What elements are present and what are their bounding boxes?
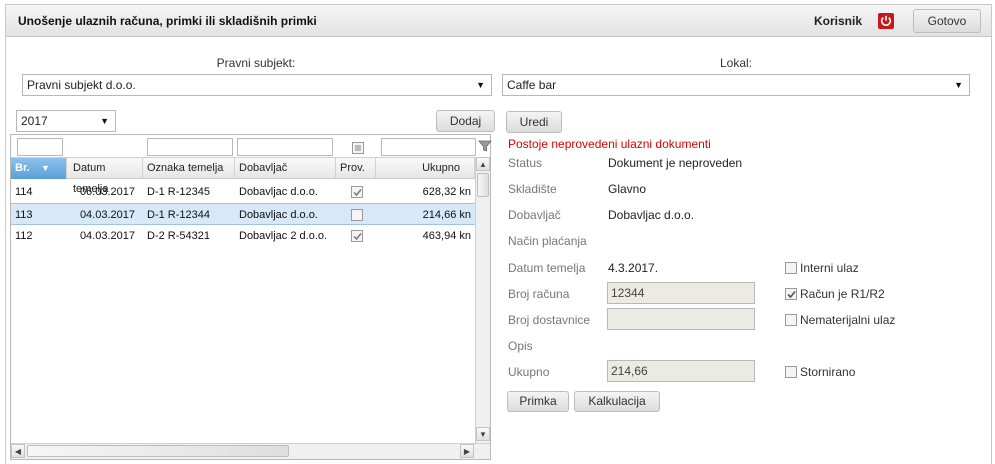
done-button[interactable]: Gotovo [913, 9, 981, 33]
column-header-br[interactable]: Br. ▼ [11, 158, 67, 179]
column-header-oznaka[interactable]: Oznaka temelja [143, 158, 235, 179]
prov-checkbox [351, 230, 363, 242]
cell-ukupno: 628,32 kn [422, 186, 471, 198]
checkbox-box[interactable] [785, 314, 797, 326]
filter-oznaka-input[interactable] [147, 138, 233, 156]
nacin-placanja-label: Način plaćanja [508, 234, 587, 248]
add-button[interactable]: Dodaj [436, 110, 495, 132]
dobavljac-label: Dobavljač [508, 208, 561, 222]
subject-label: Pravni subjekt: [216, 56, 296, 70]
warning-message: Postoje neprovedeni ulazni dokumenti [508, 137, 711, 151]
interni-ulaz-label: Interni ulaz [800, 261, 859, 275]
broj-dostavnice-field[interactable] [607, 308, 755, 330]
table-row[interactable]: 113 04.03.2017 D-1 R-12344 Dobavljac d.o.o.… [11, 203, 475, 225]
status-label: Status [508, 156, 543, 170]
scroll-right-icon[interactable]: ▶ [460, 444, 474, 458]
vertical-scrollbar[interactable]: ▲ ▼ [475, 157, 490, 443]
table-header: Br. ▼ Datum temelja Oznaka temelja Dobav… [11, 157, 475, 195]
cell-datum: 06.03.2017 [79, 186, 135, 198]
cell-ukupno: 463,94 kn [422, 230, 471, 242]
edit-button[interactable]: Uredi [506, 111, 562, 133]
cell-oznaka: D-1 R-12344 [147, 209, 210, 221]
cell-dobavljac: Dobavljac d.o.o. [239, 186, 318, 198]
column-header-ukupno[interactable]: Ukupno [376, 158, 475, 179]
datum-temelja-label: Datum temelja [508, 261, 586, 275]
checkbox-box[interactable] [785, 366, 797, 378]
year-select-value: 2017 [21, 114, 48, 128]
scroll-up-icon[interactable]: ▲ [476, 157, 490, 171]
chevron-down-icon: ▼ [954, 80, 963, 90]
cell-dobavljac: Dobavljac d.o.o. [239, 209, 318, 221]
title-bar: Unošenje ulaznih računa, primki ili skla… [6, 5, 991, 37]
opis-label: Opis [508, 339, 533, 353]
dobavljac-value: Dobavljac d.o.o. [608, 208, 695, 222]
vertical-scroll-thumb[interactable] [477, 173, 489, 197]
skladiste-label: Skladište [508, 182, 557, 196]
chevron-down-icon: ▼ [476, 80, 485, 90]
horizontal-scrollbar[interactable]: ◀ ▶ [11, 443, 490, 459]
column-header-prov[interactable]: Prov. [336, 158, 376, 179]
table-row[interactable]: 112 04.03.2017 D-2 R-54321 Dobavljac 2 d.o.… [11, 225, 475, 247]
documents-table: Br. ▼ Datum temelja Oznaka temelja Dobav… [10, 134, 492, 460]
kalkulacija-button[interactable]: Kalkulacija [574, 391, 660, 412]
subject-select[interactable]: Pravni subjekt d.o.o. ▼ [22, 74, 492, 96]
ukupno-label: Ukupno [508, 365, 550, 379]
filter-br-input[interactable] [17, 138, 63, 156]
column-header-datum[interactable]: Datum temelja [67, 158, 143, 195]
cell-datum: 04.03.2017 [79, 230, 135, 242]
location-select-value: Caffe bar [507, 78, 557, 92]
scroll-down-icon[interactable]: ▼ [476, 427, 490, 441]
broj-dostavnice-label: Broj dostavnice [508, 313, 591, 327]
primka-button[interactable]: Primka [507, 391, 569, 412]
cell-datum: 04.03.2017 [79, 209, 135, 221]
horizontal-scroll-thumb[interactable] [27, 445, 289, 457]
page-title: Unošenje ulaznih računa, primki ili skla… [18, 14, 317, 28]
skladiste-value: Glavno [608, 182, 647, 196]
column-header-dobavljac[interactable]: Dobavljač [235, 158, 336, 179]
power-icon[interactable] [878, 13, 894, 29]
cell-oznaka: D-1 R-12345 [147, 186, 210, 198]
nematerijalni-ulaz-label: Nematerijalni ulaz [800, 313, 896, 327]
location-label: Lokal: [719, 56, 753, 70]
cell-dobavljac: Dobavljac 2 d.o.o. [239, 230, 328, 242]
location-select[interactable]: Caffe bar ▼ [502, 74, 970, 96]
filter-row [11, 135, 492, 157]
checkbox-box[interactable] [785, 288, 797, 300]
chevron-down-icon: ▼ [100, 116, 109, 126]
table-row[interactable]: 114 06.03.2017 D-1 R-12345 Dobavljac d.o.o.… [11, 181, 475, 203]
subject-select-value: Pravni subjekt d.o.o. [27, 78, 136, 92]
cell-oznaka: D-2 R-54321 [147, 230, 210, 242]
prov-checkbox [351, 209, 363, 221]
racun-r1r2-label: Račun je R1/R2 [800, 287, 885, 301]
filter-ukupno-input[interactable] [381, 138, 476, 156]
status-value: Dokument je neproveden [608, 156, 743, 170]
broj-racuna-label: Broj računa [508, 287, 570, 301]
filter-dobavljac-input[interactable] [237, 138, 333, 156]
datum-temelja-value: 4.3.2017. [608, 261, 659, 275]
checkbox-box[interactable] [785, 262, 797, 274]
cell-ukupno: 214,66 kn [422, 209, 471, 221]
scroll-left-icon[interactable]: ◀ [11, 444, 25, 458]
year-select[interactable]: 2017 ▼ [16, 110, 116, 132]
filter-prov-checkbox[interactable] [352, 142, 364, 154]
cell-br: 113 [15, 209, 33, 221]
broj-racuna-field[interactable] [607, 282, 755, 304]
cell-br: 114 [15, 186, 33, 198]
stornirano-label: Stornirano [800, 365, 856, 379]
filter-icon[interactable] [478, 139, 492, 156]
ukupno-field[interactable] [607, 360, 755, 382]
cell-br: 112 [15, 230, 33, 242]
sort-desc-icon: ▼ [41, 163, 50, 173]
prov-checkbox [351, 186, 363, 198]
user-label[interactable]: Korisnik [814, 14, 862, 28]
